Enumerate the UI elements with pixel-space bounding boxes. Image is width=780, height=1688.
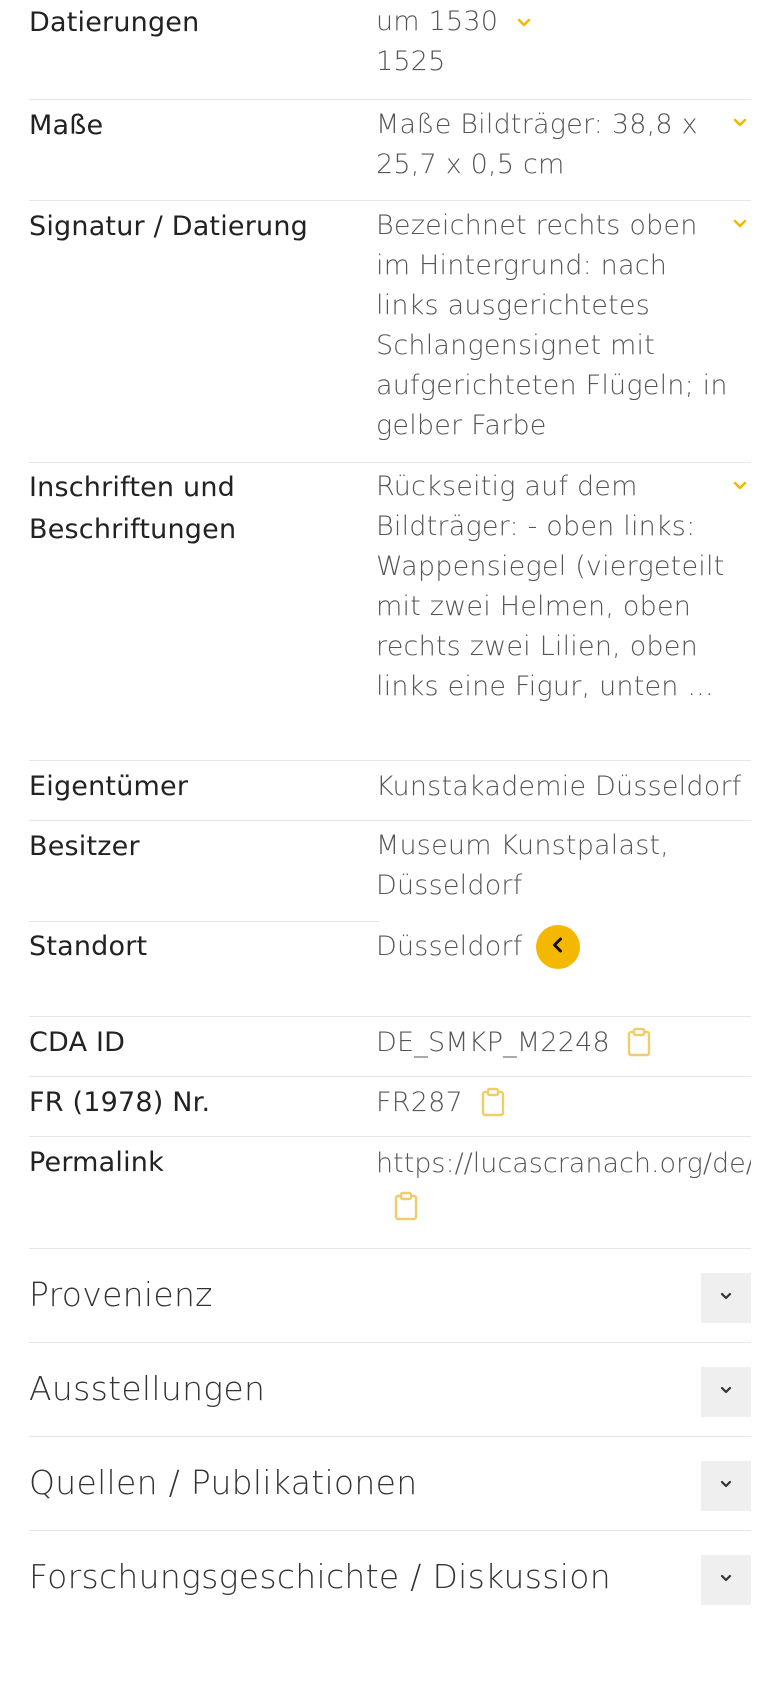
detail-row-datierungen: Datierungen um 1530 1525 [29, 0, 751, 99]
detail-row-fr-nr: FR (1978) Nr. FR287 [29, 1076, 751, 1137]
detail-value: Kunstakademie Düsseldorf [376, 771, 742, 802]
chevron-down-icon [717, 1475, 735, 1497]
section-title: Ausstellungen [29, 1369, 266, 1408]
detail-value: Bezeichnet rechts oben im Hintergrund: n… [376, 210, 728, 441]
standort-value: Düsseldorf [376, 931, 523, 962]
detail-value[interactable]: FR287 [376, 1083, 463, 1123]
detail-label: Maße [29, 110, 104, 141]
detail-value: Maße Bildträger: 38,8 x 25,7 x 0,5 cm [376, 109, 698, 180]
detail-label: Besitzer [29, 831, 140, 862]
clipboard-icon[interactable] [393, 1191, 419, 1221]
detail-value[interactable]: DE_SMKP_M2248 [376, 1023, 610, 1063]
chevron-down-icon [717, 1381, 735, 1403]
clipboard-icon[interactable] [480, 1087, 506, 1117]
section-ausstellungen[interactable]: Ausstellungen [29, 1342, 751, 1435]
detail-value: Museum Kunstpalast, Düsseldorf [376, 830, 670, 901]
detail-label: Eigentümer [29, 771, 189, 802]
section-toggle-button[interactable] [701, 1555, 751, 1605]
detail-row-masse: Maße Maße Bildträger: 38,8 x 25,7 x 0,5 … [29, 99, 751, 201]
detail-row-cda-id: CDA ID DE_SMKP_M2248 [29, 1016, 751, 1077]
detail-label: Inschriften und Beschriftungen [29, 472, 237, 545]
section-title: Provenienz [29, 1275, 213, 1314]
section-title: Forschungsgeschichte / Diskussion [29, 1557, 611, 1596]
detail-row-inschriften: Inschriften und Beschriftungen Rückseiti… [29, 462, 751, 761]
detail-label: Datierungen [29, 7, 200, 38]
detail-row-signatur: Signatur / Datierung Bezeichnet rechts o… [29, 200, 751, 463]
location-back-button[interactable] [536, 925, 580, 969]
chevron-down-icon[interactable] [513, 12, 535, 34]
detail-label: Standort [29, 931, 148, 962]
detail-row-eigentuemer: Eigentümer Kunstakademie Düsseldorf [29, 760, 751, 821]
detail-label: FR (1978) Nr. [29, 1087, 211, 1118]
section-provenienz[interactable]: Provenienz [29, 1248, 751, 1341]
section-toggle-button[interactable] [701, 1461, 751, 1511]
chevron-down-icon [717, 1569, 735, 1591]
detail-label: Signatur / Datierung [29, 211, 308, 242]
detail-row-permalink: Permalink https://lucascranach.org/de/DE… [29, 1136, 751, 1249]
section-title: Quellen / Publikationen [29, 1463, 418, 1502]
chevron-down-icon[interactable] [729, 112, 751, 134]
section-quellen-publikationen[interactable]: Quellen / Publikationen [29, 1436, 751, 1529]
chevron-down-icon [717, 1287, 735, 1309]
clipboard-icon[interactable] [626, 1027, 652, 1057]
chevron-down-icon[interactable] [729, 475, 751, 497]
detail-value: um 1530 1525 [376, 6, 499, 77]
detail-value: Rückseitig auf dem Bildträger: - oben li… [376, 471, 725, 702]
detail-label: CDA ID [29, 1027, 126, 1058]
chevron-left-icon [547, 934, 569, 960]
section-toggle-button[interactable] [701, 1273, 751, 1323]
detail-row-standort: Standort [29, 921, 379, 1017]
section-forschungsgeschichte[interactable]: Forschungsgeschichte / Diskussion [29, 1530, 751, 1623]
section-toggle-button[interactable] [701, 1367, 751, 1417]
chevron-down-icon[interactable] [729, 213, 751, 235]
permalink-link[interactable]: https://lucascranach.org/de/DE_SMKP_M224… [376, 1143, 751, 1185]
detail-row-besitzer: Besitzer Museum Kunstpalast, Düsseldorf [29, 820, 751, 922]
detail-label: Permalink [29, 1147, 164, 1178]
